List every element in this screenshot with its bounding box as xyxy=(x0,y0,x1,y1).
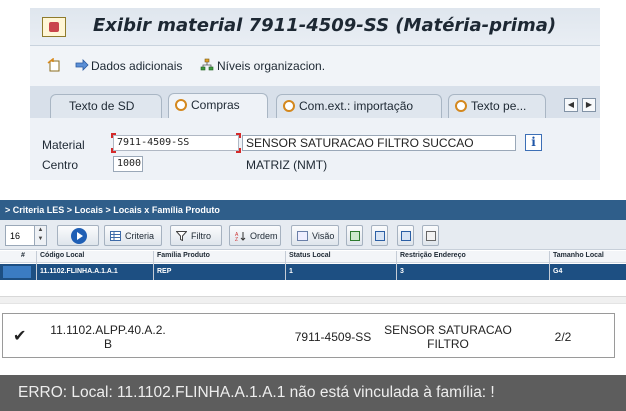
material-code: 7911-4509-SS xyxy=(294,330,372,344)
les-locations-panel: > Criteria LES > Locais > Locais x Famíl… xyxy=(0,200,626,281)
filter-label: Filtro xyxy=(191,231,211,241)
cell-size: G4 xyxy=(553,268,563,275)
focus-corner xyxy=(111,148,116,153)
column-header[interactable]: Status Local xyxy=(289,252,331,259)
focus-corner xyxy=(236,133,241,138)
focus-corner xyxy=(111,133,116,138)
divider-band xyxy=(0,296,626,304)
location-line-1: 11.1102.ALPP.40.A.2. xyxy=(50,323,166,337)
column-header[interactable]: # xyxy=(21,252,25,259)
tab-texto-pedido[interactable]: Texto pe... xyxy=(448,94,546,118)
tab-status-icon xyxy=(175,99,187,111)
sap-header-fields: Material 7911-4509-SS SENSOR SATURACAO F… xyxy=(30,118,600,180)
cell-status: 1 xyxy=(289,268,293,275)
tab-texto-sd[interactable]: Texto de SD xyxy=(50,94,162,118)
column-divider xyxy=(549,251,550,280)
export-button[interactable] xyxy=(346,225,363,246)
sap-tab-strip: Texto de SD Compras Com.ext.: importação… xyxy=(30,86,600,119)
view-icon xyxy=(297,231,308,241)
save-button[interactable] xyxy=(371,225,388,246)
focus-corner xyxy=(236,148,241,153)
criteria-label: Criteria xyxy=(125,231,155,241)
cell-family: REP xyxy=(157,268,172,275)
column-divider xyxy=(36,251,37,280)
tab-label: Com.ext.: importação xyxy=(299,99,414,113)
spinner-arrows-icon[interactable]: ▲ ▼ xyxy=(34,226,46,245)
additional-data-button[interactable]: Dados adicionais xyxy=(91,59,182,73)
transaction-icon xyxy=(42,17,66,37)
org-levels-icon xyxy=(200,58,214,71)
filter-icon xyxy=(176,231,187,241)
tab-compras[interactable]: Compras xyxy=(168,93,268,119)
filter-button[interactable]: Filtro xyxy=(170,225,222,246)
arrow-right-icon xyxy=(75,59,89,71)
table-header: # Código Local Família Produto Status Lo… xyxy=(0,251,626,263)
breadcrumb: > Criteria LES > Locais > Locais x Famíl… xyxy=(0,200,626,220)
column-header[interactable]: Restrição Endereço xyxy=(400,252,466,259)
view-button[interactable]: Visão xyxy=(291,225,339,246)
cell-restriction: 3 xyxy=(400,268,404,275)
column-header[interactable]: Tamanho Local xyxy=(553,252,604,259)
les-toolbar: 16 ▲ ▼ Criteria Filtro AZ Ordem Visão xyxy=(0,220,626,250)
sap-window-title: Exibir material 7911-4509-SS (Matéria-pr… xyxy=(93,15,557,36)
org-levels-button[interactable]: Níveis organizacion. xyxy=(217,59,325,73)
tab-label: Texto pe... xyxy=(471,99,527,113)
view-label: Visão xyxy=(312,231,335,241)
plant-description: MATRIZ (NMT) xyxy=(246,158,328,172)
column-header[interactable]: Código Local xyxy=(40,252,84,259)
info-icon[interactable]: i xyxy=(525,134,542,151)
column-header[interactable]: Família Produto xyxy=(157,252,210,259)
list-item[interactable]: ✔ 11.1102.ALPP.40.A.2. B 7911-4509-SS SE… xyxy=(2,313,615,358)
export-icon xyxy=(350,231,360,241)
tab-status-icon xyxy=(455,100,467,112)
play-icon xyxy=(71,228,87,244)
import-button[interactable] xyxy=(397,225,414,246)
location-line-2: B xyxy=(103,337,112,351)
description-line-2: FILTRO xyxy=(427,337,469,351)
settings-button[interactable] xyxy=(422,225,439,246)
grid-icon xyxy=(110,231,121,241)
column-divider xyxy=(153,251,154,280)
material-field[interactable]: 7911-4509-SS xyxy=(113,135,239,151)
save-icon xyxy=(375,231,385,241)
run-button[interactable] xyxy=(57,225,99,246)
quantity-ratio: 2/2 xyxy=(554,330,572,344)
tab-comercio-exterior[interactable]: Com.ext.: importação xyxy=(276,94,442,118)
material-description: SENSOR SATURACAO FILTRO xyxy=(383,323,513,351)
order-button[interactable]: AZ Ordem xyxy=(229,225,281,246)
page-size-value: 16 xyxy=(10,231,21,241)
material-description-field: SENSOR SATURACAO FILTRO SUCCAO xyxy=(242,135,516,151)
tab-status-icon xyxy=(283,100,295,112)
column-divider xyxy=(285,251,286,280)
double-check-icon: ✔ xyxy=(13,326,27,345)
description-line-1: SENSOR SATURACAO xyxy=(384,323,512,337)
criteria-button[interactable]: Criteria xyxy=(104,225,162,246)
tab-scroll-left-icon[interactable]: ◀ xyxy=(564,98,578,112)
order-label: Ordem xyxy=(250,231,278,241)
tab-label: Texto de SD xyxy=(69,99,135,113)
sap-toolbar: Dados adicionais Níveis organizacion. xyxy=(30,46,600,86)
sort-az-icon: AZ xyxy=(235,232,246,241)
sap-material-window: Exibir material 7911-4509-SS (Matéria-pr… xyxy=(30,8,600,180)
copy-document-icon[interactable] xyxy=(47,58,61,72)
sap-title-bar: Exibir material 7911-4509-SS (Matéria-pr… xyxy=(30,8,600,46)
cell-code: 11.1102.FLINHA.A.1.A.1 xyxy=(40,268,118,275)
column-divider xyxy=(396,251,397,280)
import-icon xyxy=(401,231,411,241)
tab-label: Compras xyxy=(191,98,240,112)
table-row[interactable]: 11.1102.FLINHA.A.1.A.1 REP 1 3 G4 xyxy=(0,264,626,280)
plant-label: Centro xyxy=(42,158,79,172)
row-selector[interactable] xyxy=(3,266,31,278)
svg-text:Z: Z xyxy=(235,237,238,241)
tab-scroll-right-icon[interactable]: ▶ xyxy=(582,98,596,112)
plant-field[interactable]: 1000 xyxy=(113,156,143,172)
material-label: Material xyxy=(42,138,85,152)
settings-icon xyxy=(426,231,436,241)
error-message: ERRO: Local: 11.1102.FLINHA.A.1.A.1 não … xyxy=(0,375,626,411)
location-code: 11.1102.ALPP.40.A.2. B xyxy=(43,323,173,351)
page-size-spinner[interactable]: 16 ▲ ▼ xyxy=(5,225,47,246)
